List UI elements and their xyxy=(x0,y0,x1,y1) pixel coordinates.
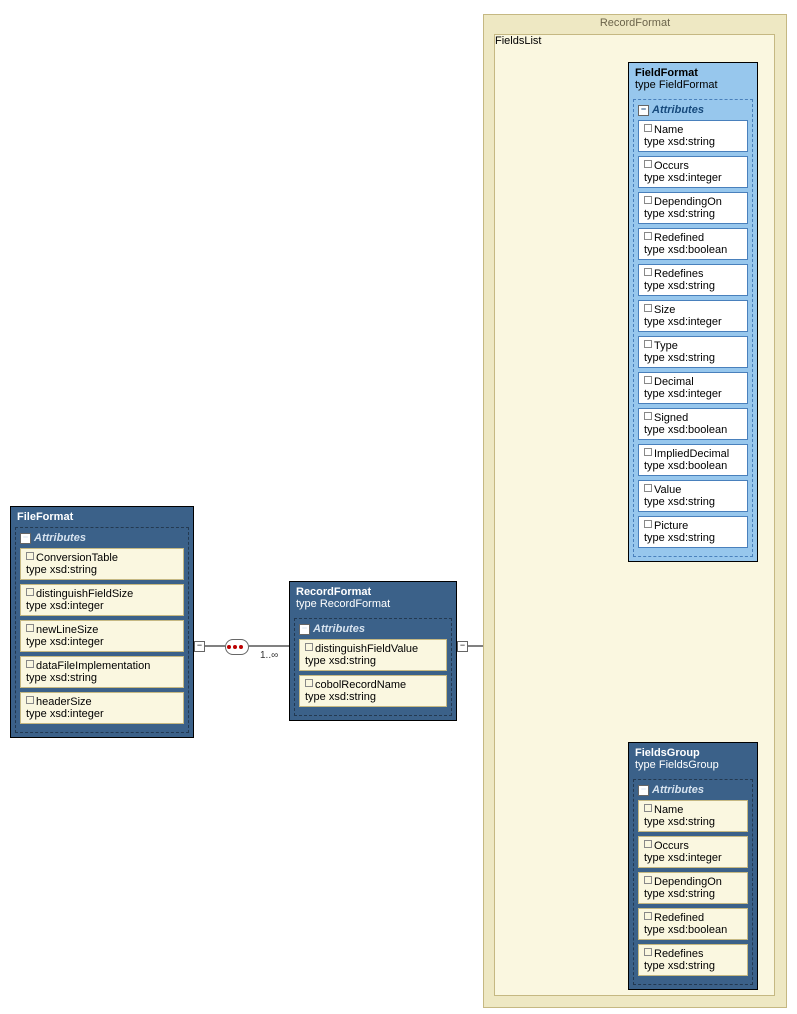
ff-attr-size: Sizetype xsd:integer xyxy=(638,300,748,332)
fieldformat-type: type FieldFormat xyxy=(629,79,757,95)
ff-attr-implieddecimal: ImpliedDecimaltype xsd:boolean xyxy=(638,444,748,476)
ff-attr-picture: Picturetype xsd:string xyxy=(638,516,748,548)
ff-attr-dependingon: DependingOntype xsd:string xyxy=(638,192,748,224)
ff-attr-type: Typetype xsd:string xyxy=(638,336,748,368)
fg-attr-redefines: Redefinestype xsd:string xyxy=(638,944,748,976)
fieldsgroup-box: FieldsGroup type FieldsGroup −Attributes… xyxy=(628,742,758,990)
ff-attr-occurs: Occurstype xsd:integer xyxy=(638,156,748,188)
attr-headersize: headerSizetype xsd:integer xyxy=(20,692,184,724)
recordformat-title: RecordFormat xyxy=(290,582,456,598)
recordformat-collapse[interactable]: − xyxy=(457,641,468,652)
fileformat-collapse[interactable]: − xyxy=(194,641,205,652)
fileformat-box: FileFormat −Attributes ConversionTablety… xyxy=(10,506,194,738)
sequence-connector-1 xyxy=(225,639,249,655)
attr-distinguishfieldvalue: distinguishFieldValuetype xsd:string xyxy=(299,639,447,671)
attr-cobolrecordname: cobolRecordNametype xsd:string xyxy=(299,675,447,707)
ff-attr-signed: Signedtype xsd:boolean xyxy=(638,408,748,440)
fieldformat-box: FieldFormat type FieldFormat −Attributes… xyxy=(628,62,758,562)
fileformat-attributes-header[interactable]: −Attributes xyxy=(20,532,184,544)
ff-attr-name: Nametype xsd:string xyxy=(638,120,748,152)
attr-newlinesize: newLineSizetype xsd:integer xyxy=(20,620,184,652)
fg-attr-name: Nametype xsd:string xyxy=(638,800,748,832)
recordformat-attributes-header[interactable]: −Attributes xyxy=(299,623,447,635)
fieldformat-title: FieldFormat xyxy=(629,63,757,79)
ff-attr-redefines: Redefinestype xsd:string xyxy=(638,264,748,296)
attr-datafileimplementation: dataFileImplementationtype xsd:string xyxy=(20,656,184,688)
ff-attr-decimal: Decimaltype xsd:integer xyxy=(638,372,748,404)
fieldformat-attributes-header[interactable]: −Attributes xyxy=(638,104,748,116)
fieldsgroup-attributes-header[interactable]: −Attributes xyxy=(638,784,748,796)
attr-conversiontable: ConversionTabletype xsd:string xyxy=(20,548,184,580)
recordformat-box: RecordFormat type RecordFormat −Attribut… xyxy=(289,581,457,721)
fieldslist-label: FieldsList xyxy=(495,35,774,47)
recordformat-type: type RecordFormat xyxy=(290,598,456,614)
ff-attr-value: Valuetype xsd:string xyxy=(638,480,748,512)
fg-attr-occurs: Occurstype xsd:integer xyxy=(638,836,748,868)
ff-attr-redefined: Redefinedtype xsd:boolean xyxy=(638,228,748,260)
fg-attr-redefined: Redefinedtype xsd:boolean xyxy=(638,908,748,940)
fieldsgroup-type: type FieldsGroup xyxy=(629,759,757,775)
cardinality-1: 1..∞ xyxy=(260,650,278,661)
fileformat-title: FileFormat xyxy=(11,507,193,523)
attr-distinguishfieldsize: distinguishFieldSizetype xsd:integer xyxy=(20,584,184,616)
fieldsgroup-title: FieldsGroup xyxy=(629,743,757,759)
fg-attr-dependingon: DependingOntype xsd:string xyxy=(638,872,748,904)
recordformat-container-label: RecordFormat xyxy=(484,15,786,31)
